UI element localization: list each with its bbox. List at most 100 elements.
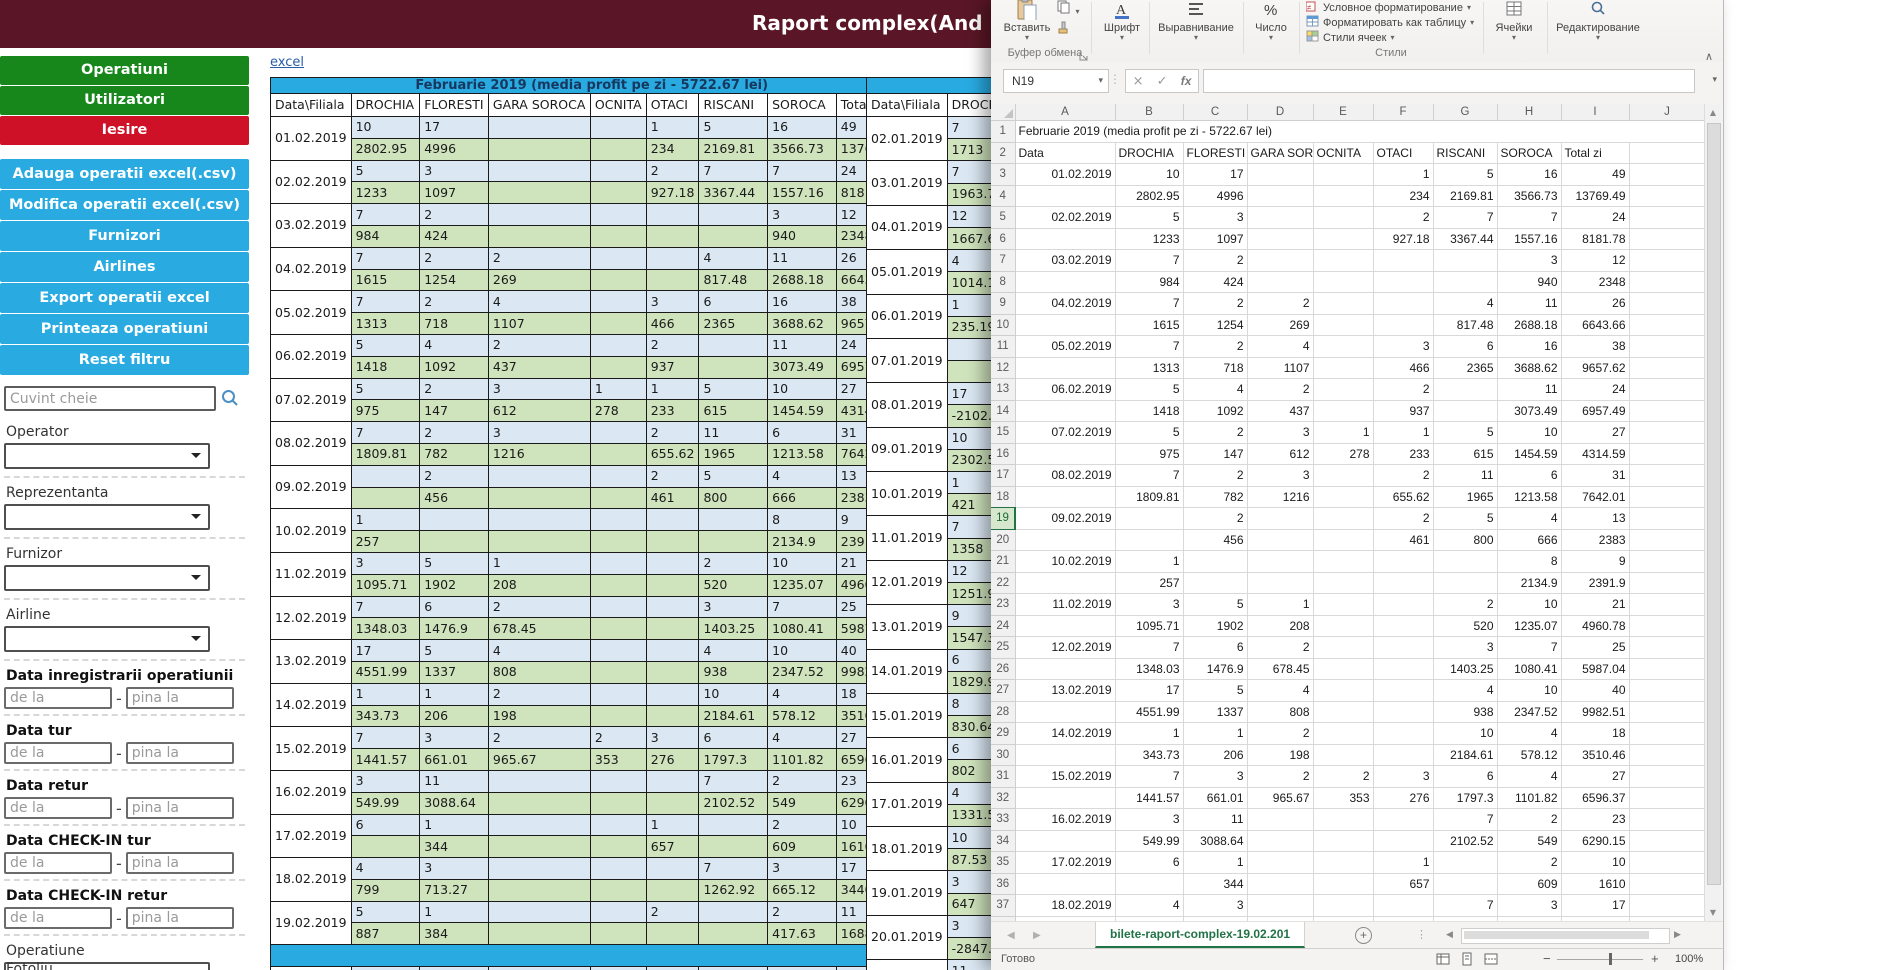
excel-cell[interactable]: [1373, 314, 1433, 336]
excel-cell[interactable]: 2383: [1561, 529, 1629, 551]
row-header[interactable]: 33: [991, 809, 1015, 831]
excel-cell[interactable]: [1247, 228, 1313, 250]
excel-cell[interactable]: [1629, 658, 1705, 680]
excel-cell[interactable]: [1629, 809, 1705, 831]
excel-cell[interactable]: [1313, 508, 1373, 530]
row-header[interactable]: 27: [991, 680, 1015, 702]
excel-cell[interactable]: 10: [1433, 723, 1497, 745]
excel-cell[interactable]: 6: [1433, 766, 1497, 788]
horizontal-scrollbar-thumb[interactable]: [1464, 931, 1649, 939]
excel-cell[interactable]: 520: [1433, 615, 1497, 637]
zoom-out-icon[interactable]: −: [1543, 951, 1551, 966]
sidebar-item-utilizatori[interactable]: Utilizatori: [0, 86, 249, 115]
excel-cell[interactable]: 2: [1497, 809, 1561, 831]
excel-cell[interactable]: DROCHIA: [1115, 142, 1183, 164]
excel-cell[interactable]: 2: [1183, 422, 1247, 444]
search-input[interactable]: [4, 386, 216, 411]
excel-cell[interactable]: 17.02.2019: [1015, 852, 1115, 874]
row-header[interactable]: 8: [991, 271, 1015, 293]
excel-cell[interactable]: [1313, 873, 1373, 895]
excel-cell[interactable]: [1015, 658, 1115, 680]
excel-cell[interactable]: 7: [1497, 207, 1561, 229]
excel-cell[interactable]: [1629, 615, 1705, 637]
excel-cell[interactable]: 04.02.2019: [1015, 293, 1115, 315]
excel-cell[interactable]: 10: [1115, 164, 1183, 186]
excel-cell[interactable]: 18: [1561, 723, 1629, 745]
excel-cell[interactable]: [1015, 486, 1115, 508]
vertical-scrollbar-thumb[interactable]: [1707, 123, 1721, 885]
excel-cell[interactable]: 456: [1183, 529, 1247, 551]
row-header[interactable]: 28: [991, 701, 1015, 723]
excel-cell[interactable]: 2: [1183, 508, 1247, 530]
scroll-up-icon[interactable]: ▲: [1705, 104, 1721, 121]
excel-cell[interactable]: 8181.78: [1561, 228, 1629, 250]
excel-cell[interactable]: 2: [1373, 465, 1433, 487]
excel-export-link[interactable]: excel: [270, 55, 304, 70]
excel-cell[interactable]: 2169.81: [1433, 185, 1497, 207]
excel-cell[interactable]: [1015, 572, 1115, 594]
excel-cell[interactable]: 2: [1183, 293, 1247, 315]
excel-cell[interactable]: 4: [1497, 508, 1561, 530]
excel-cell[interactable]: [1629, 379, 1705, 401]
excel-cell[interactable]: 984: [1115, 271, 1183, 293]
format-as-table-button[interactable]: Форматировать как таблицу ▾: [1306, 15, 1474, 30]
excel-cell[interactable]: 975: [1115, 443, 1183, 465]
excel-cell[interactable]: 578.12: [1497, 744, 1561, 766]
excel-cell[interactable]: 1235.07: [1497, 615, 1561, 637]
font-group-button[interactable]: A Шрифт ▾: [1099, 0, 1145, 41]
row-header[interactable]: 14: [991, 400, 1015, 422]
excel-cell[interactable]: 1095.71: [1115, 615, 1183, 637]
excel-cell[interactable]: [1629, 314, 1705, 336]
sheet-next-icon[interactable]: ▶: [1033, 930, 1041, 941]
excel-cell[interactable]: 3: [1497, 895, 1561, 917]
excel-cell[interactable]: 6: [1183, 637, 1247, 659]
excel-cell[interactable]: [1433, 400, 1497, 422]
date-to-input[interactable]: [126, 907, 234, 929]
page-break-view-icon[interactable]: [1484, 952, 1498, 970]
row-header[interactable]: 15: [991, 422, 1015, 444]
excel-cell[interactable]: 2: [1183, 250, 1247, 272]
excel-cell[interactable]: 1615: [1115, 314, 1183, 336]
excel-cell[interactable]: 2: [1247, 766, 1313, 788]
excel-cell[interactable]: [1629, 357, 1705, 379]
row-header[interactable]: 12: [991, 357, 1015, 379]
date-to-input[interactable]: [126, 742, 234, 764]
row-header[interactable]: 10: [991, 314, 1015, 336]
row-header[interactable]: 7: [991, 250, 1015, 272]
action-button-1[interactable]: Modifica operatii excel(.csv): [0, 190, 249, 220]
excel-cell[interactable]: 808: [1247, 701, 1313, 723]
excel-cell[interactable]: 3073.49: [1497, 400, 1561, 422]
excel-cell[interactable]: 05.02.2019: [1015, 336, 1115, 358]
excel-cell[interactable]: 817.48: [1433, 314, 1497, 336]
excel-cell[interactable]: [1433, 551, 1497, 573]
excel-cell[interactable]: [1629, 336, 1705, 358]
column-header-F[interactable]: F: [1373, 104, 1433, 121]
excel-cell[interactable]: 718: [1183, 357, 1247, 379]
excel-cell[interactable]: 655.62: [1373, 486, 1433, 508]
excel-cell[interactable]: [1313, 314, 1373, 336]
excel-cell[interactable]: 147: [1183, 443, 1247, 465]
excel-cell[interactable]: 233: [1373, 443, 1433, 465]
excel-cell[interactable]: 3: [1497, 250, 1561, 272]
excel-cell[interactable]: 12: [1561, 250, 1629, 272]
row-header[interactable]: 5: [991, 207, 1015, 229]
excel-cell[interactable]: 549: [1497, 830, 1561, 852]
excel-cell[interactable]: [1629, 271, 1705, 293]
excel-cell[interactable]: 15.02.2019: [1015, 766, 1115, 788]
excel-cell[interactable]: 1: [1115, 723, 1183, 745]
hscroll-right-icon[interactable]: ▶: [1674, 930, 1681, 940]
excel-cell[interactable]: [1629, 787, 1705, 809]
row-header[interactable]: 24: [991, 615, 1015, 637]
column-header-I[interactable]: I: [1561, 104, 1629, 121]
excel-cell[interactable]: [1373, 551, 1433, 573]
excel-cell[interactable]: 7642.01: [1561, 486, 1629, 508]
excel-cell[interactable]: 18.02.2019: [1015, 895, 1115, 917]
excel-cell[interactable]: 3088.64: [1183, 830, 1247, 852]
action-button-5[interactable]: Printeaza operatiuni: [0, 314, 249, 344]
excel-cell[interactable]: 9982.51: [1561, 701, 1629, 723]
column-header-D[interactable]: D: [1247, 104, 1313, 121]
row-header[interactable]: 16: [991, 443, 1015, 465]
action-button-6[interactable]: Reset filtru: [0, 345, 249, 375]
row-header[interactable]: 20: [991, 529, 1015, 551]
excel-cell[interactable]: 2: [1373, 379, 1433, 401]
